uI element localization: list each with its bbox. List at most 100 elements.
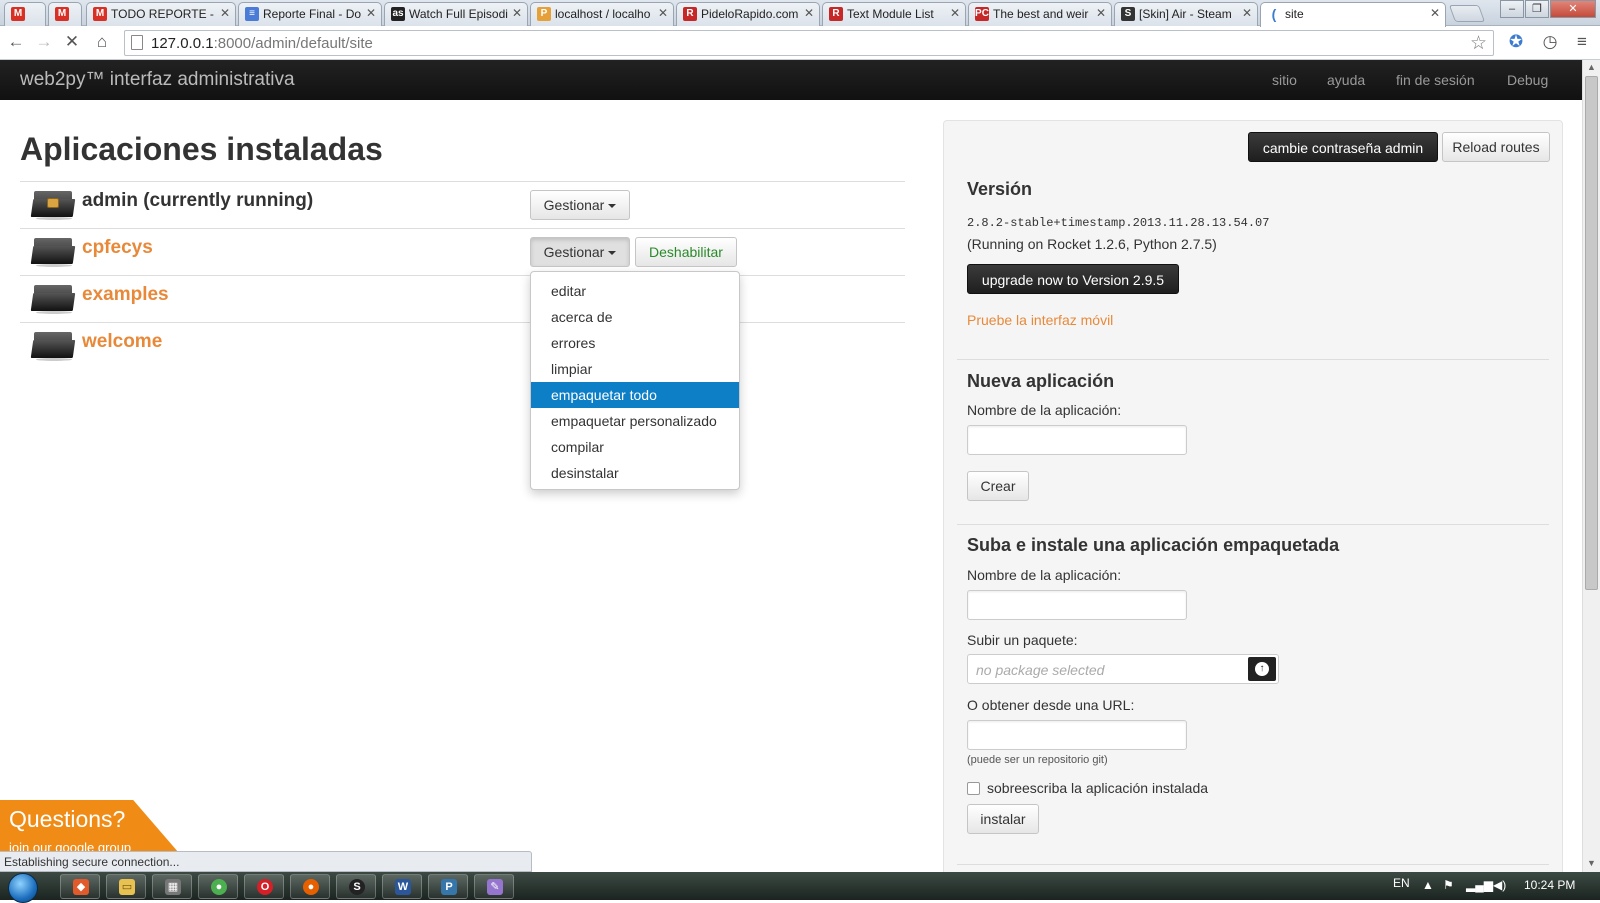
tab-steam-skin[interactable]: S [Skin] Air - Steam ✕ <box>1114 2 1258 26</box>
overwrite-checkbox[interactable] <box>967 782 980 795</box>
taskbar-firefox[interactable]: ● <box>290 874 330 899</box>
window-close-button[interactable]: ✕ <box>1550 0 1596 18</box>
taskbar-git[interactable]: ◆ <box>60 874 100 899</box>
url-input[interactable] <box>967 720 1187 750</box>
browser-tab-strip: M M M TODO REPORTE - ✕ ≡ Reporte Final -… <box>0 0 1600 27</box>
new-app-label: Nombre de la aplicación: <box>967 402 1122 418</box>
reload-routes-button[interactable]: Reload routes <box>1442 132 1550 162</box>
close-icon[interactable]: ✕ <box>1096 6 1106 20</box>
scroll-up-icon[interactable]: ▲ <box>1587 62 1596 72</box>
install-button[interactable]: instalar <box>967 804 1039 834</box>
manage-button[interactable]: Gestionar <box>530 237 630 267</box>
close-icon[interactable]: ✕ <box>1430 6 1440 20</box>
manage-button[interactable]: Gestionar <box>530 190 630 220</box>
tab-text-module-list[interactable]: R Text Module List ✕ <box>822 2 966 26</box>
new-app-name-input[interactable] <box>967 425 1187 455</box>
maximize-button[interactable]: ❐ <box>1525 0 1549 18</box>
nav-logout[interactable]: fin de sesión <box>1396 72 1475 88</box>
volume-icon[interactable]: ◀) <box>1493 878 1506 892</box>
forward-icon[interactable]: → <box>34 32 54 52</box>
menu-item-pack-all[interactable]: empaquetar todo <box>531 382 739 408</box>
start-button[interactable] <box>8 873 38 903</box>
address-bar[interactable]: 127.0.0.1:8000/admin/default/site ☆ <box>124 30 1494 56</box>
close-icon[interactable]: ✕ <box>220 6 230 20</box>
scrollbar-thumb[interactable] <box>1585 76 1598 590</box>
tab-gmail-100[interactable]: M <box>4 2 46 26</box>
tab-reporte-final[interactable]: ≡ Reporte Final - Do ✕ <box>238 2 382 26</box>
taskbar-steam[interactable]: S <box>336 874 376 899</box>
menu-item-pack-custom[interactable]: empaquetar personalizado <box>531 408 739 434</box>
url-label: O obtener desde una URL: <box>967 697 1135 713</box>
tab-pidelorapido[interactable]: R PideloRapido.com ✕ <box>676 2 820 26</box>
vertical-scrollbar[interactable]: ▲ ▼ <box>1582 60 1600 872</box>
tab-phpmyadmin[interactable]: P localhost / localho ✕ <box>530 2 674 26</box>
phpmyadmin-icon: P <box>537 7 551 21</box>
taskbar-explorer[interactable]: ▭ <box>106 874 146 899</box>
close-icon[interactable]: ✕ <box>1242 6 1252 20</box>
url-hint: (puede ser un repositorio git) <box>967 754 1108 766</box>
app-name-link[interactable]: cpfecys <box>82 237 153 259</box>
docs-icon: ≡ <box>245 7 259 21</box>
app-row-cpfecys: cpfecys Gestionar Deshabilitar <box>20 228 905 274</box>
new-tab-button[interactable] <box>1448 5 1486 22</box>
nav-debug[interactable]: Debug <box>1507 72 1548 88</box>
stop-icon[interactable]: ✕ <box>62 32 82 52</box>
close-icon[interactable]: ✕ <box>512 6 522 20</box>
timer-extension-icon[interactable]: ◷ <box>1540 32 1560 52</box>
word-icon: W <box>395 879 411 895</box>
app-name: admin (currently running) <box>82 190 314 211</box>
minimize-button[interactable]: – <box>1500 0 1524 18</box>
disable-button[interactable]: Deshabilitar <box>635 237 737 267</box>
taskbar-python[interactable]: P <box>428 874 468 899</box>
menu-icon[interactable]: ≡ <box>1572 32 1592 52</box>
tab-watch-full-episodes[interactable]: as Watch Full Episodi ✕ <box>384 2 528 26</box>
app-name-link[interactable]: examples <box>82 284 169 306</box>
upgrade-button[interactable]: upgrade now to Version 2.9.5 <box>967 264 1179 294</box>
package-file-input[interactable]: no package selected ↑ <box>967 654 1279 684</box>
nav-ayuda[interactable]: ayuda <box>1327 72 1365 88</box>
menu-item-compile[interactable]: compilar <box>531 434 739 460</box>
taskbar-chrome[interactable]: ● <box>198 874 238 899</box>
taskbar-paint[interactable]: ✎ <box>474 874 514 899</box>
show-hidden-icons-icon[interactable]: ▲ <box>1422 878 1434 892</box>
taskbar-word[interactable]: W <box>382 874 422 899</box>
back-icon[interactable]: ← <box>6 32 26 52</box>
taskbar-opera[interactable]: O <box>244 874 284 899</box>
tab-the-best-and-weird[interactable]: PC The best and weir ✕ <box>968 2 1112 26</box>
change-admin-password-button[interactable]: cambie contraseña admin <box>1248 132 1438 162</box>
tab-gmail[interactable]: M <box>48 2 82 26</box>
mobile-interface-link[interactable]: Pruebe la interfaz móvil <box>967 312 1113 328</box>
action-center-icon[interactable]: ⚑ <box>1443 878 1454 892</box>
menu-item-clean[interactable]: limpiar <box>531 356 739 382</box>
close-icon[interactable]: ✕ <box>366 6 376 20</box>
upload-app-name-input[interactable] <box>967 590 1187 620</box>
scroll-down-icon[interactable]: ▼ <box>1587 858 1596 868</box>
upload-package-label: Subir un paquete: <box>967 632 1078 648</box>
gmail-icon: M <box>11 7 25 21</box>
menu-item-uninstall[interactable]: desinstalar <box>531 460 739 486</box>
close-icon[interactable]: ✕ <box>950 6 960 20</box>
menu-item-about[interactable]: acerca de <box>531 304 739 330</box>
create-button[interactable]: Crear <box>967 471 1029 501</box>
close-icon[interactable]: ✕ <box>804 6 814 20</box>
extension-icon[interactable]: ✪ <box>1506 32 1526 52</box>
upload-button[interactable]: ↑ <box>1248 657 1276 681</box>
nav-sitio[interactable]: sitio <box>1272 72 1297 88</box>
brand-title[interactable]: web2py™ interfaz administrativa <box>20 69 295 91</box>
home-icon[interactable]: ⌂ <box>92 32 112 52</box>
bookmark-star-icon[interactable]: ☆ <box>1470 32 1487 55</box>
app-name-link[interactable]: welcome <box>82 331 162 353</box>
opera-icon: O <box>257 879 273 895</box>
menu-item-edit[interactable]: editar <box>531 278 739 304</box>
close-icon[interactable]: ✕ <box>658 6 668 20</box>
network-icon[interactable]: ▂▄▆ <box>1466 878 1493 892</box>
firefox-icon: ● <box>303 879 319 895</box>
menu-item-errors[interactable]: errores <box>531 330 739 356</box>
questions-title: Questions? <box>9 806 126 832</box>
taskbar-calculator[interactable]: ▦ <box>152 874 192 899</box>
language-indicator[interactable]: EN <box>1393 876 1410 890</box>
tab-label: TODO REPORTE - <box>111 7 214 21</box>
tab-todo-reporte[interactable]: M TODO REPORTE - ✕ <box>86 2 236 26</box>
tab-site[interactable]: ( site ✕ <box>1260 2 1446 27</box>
clock[interactable]: 10:24 PM <box>1524 878 1575 892</box>
